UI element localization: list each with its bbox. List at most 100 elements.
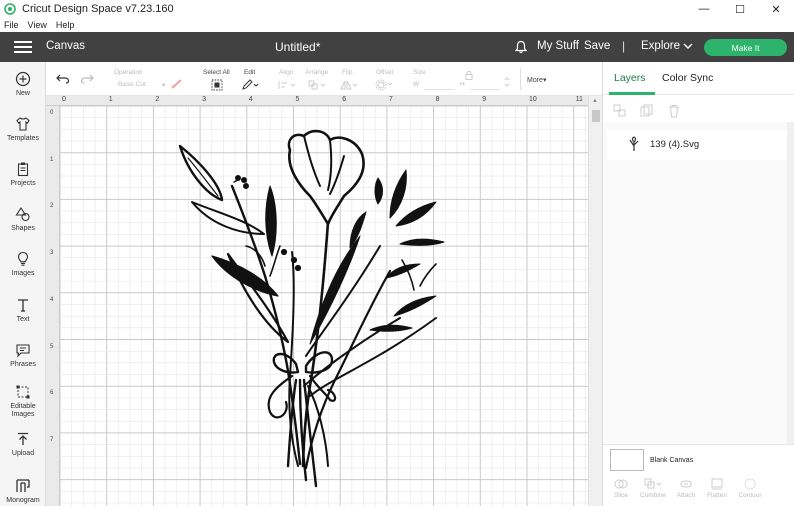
sidebar-label: Text: [16, 316, 30, 323]
left-sidebar: New Templates Projects Shapes Images Tex…: [0, 62, 46, 506]
redo-icon[interactable]: [80, 74, 94, 84]
ruler-tick-label: 2: [155, 96, 160, 103]
hamburger-menu-icon[interactable]: [14, 41, 32, 53]
upload-icon: [18, 432, 28, 445]
size-stepper-icon[interactable]: [504, 76, 510, 88]
sidebar-label: New: [15, 90, 30, 97]
save-button[interactable]: Save: [584, 40, 610, 52]
active-tab-indicator: [609, 92, 655, 95]
explore-menu[interactable]: Explore: [641, 40, 680, 52]
lock-icon[interactable]: [465, 70, 473, 80]
canvas-vertical-scrollbar[interactable]: ▲: [588, 96, 602, 506]
sidebar-label: Phrases: [10, 361, 36, 368]
contour-button[interactable]: Contour: [735, 478, 765, 499]
flip-icon[interactable]: [340, 80, 358, 90]
tab-color-sync[interactable]: Color Sync: [662, 72, 713, 84]
edit-label: Edit: [244, 69, 256, 76]
operation-dropdown-icon[interactable]: ▾: [162, 81, 165, 89]
ruler-tick-label: 1: [50, 156, 54, 163]
window-title: Cricut Design Space v7.23.160: [22, 3, 174, 15]
ruler-tick-label: 2: [50, 203, 54, 210]
menu-file[interactable]: File: [4, 20, 19, 30]
menu-help[interactable]: Help: [56, 20, 75, 30]
tab-layers[interactable]: Layers: [614, 72, 646, 84]
sidebar-item-monogram[interactable]: Monogram: [0, 478, 46, 505]
make-it-button[interactable]: Make It: [704, 39, 787, 56]
sidebar-item-images[interactable]: Images: [0, 251, 46, 278]
sidebar-item-editable-images[interactable]: Editable Images: [0, 384, 46, 419]
close-button[interactable]: ✕: [758, 0, 794, 18]
ruler-tick-label: 11: [575, 96, 583, 103]
plus-circle-icon: [15, 71, 31, 87]
pen-color-icon[interactable]: [171, 79, 183, 89]
height-input[interactable]: [470, 80, 500, 90]
bell-icon[interactable]: [514, 40, 528, 54]
ruler-tick-label: 3: [202, 96, 206, 103]
height-label: H: [460, 81, 465, 88]
group-icon[interactable]: [613, 104, 627, 118]
combine-icon: [644, 478, 662, 489]
menu-view[interactable]: View: [28, 20, 47, 30]
sidebar-label: Monogram: [6, 497, 40, 504]
app-header: Canvas Untitled* My Stuff Save | Explore…: [0, 32, 794, 62]
ruler-tick-label: 5: [50, 343, 54, 350]
more-menu[interactable]: More▾: [527, 76, 546, 84]
flatten-button[interactable]: Flatten: [702, 478, 732, 499]
floral-bouquet-image[interactable]: [60, 106, 588, 506]
combine-button[interactable]: Combine: [638, 478, 668, 499]
canvas-label: Canvas: [46, 40, 85, 52]
text-t-icon: [18, 299, 28, 312]
sidebar-item-shapes[interactable]: Shapes: [0, 206, 46, 233]
shirt-icon: [16, 117, 30, 131]
canvas-color-swatch[interactable]: [610, 449, 644, 471]
edit-toolbar: Operation Basic Cut ▾ Select All Edit Al…: [46, 62, 602, 96]
offset-icon[interactable]: [375, 79, 393, 91]
sidebar-item-new[interactable]: New: [0, 71, 46, 98]
sidebar-label: Shapes: [11, 225, 35, 232]
arrange-icon[interactable]: [308, 80, 326, 90]
document-title[interactable]: Untitled*: [275, 40, 320, 54]
design-canvas[interactable]: [60, 106, 588, 506]
sidebar-item-phrases[interactable]: Phrases: [0, 342, 46, 369]
select-all-label: Select All: [203, 69, 230, 76]
sidebar-item-templates[interactable]: Templates: [0, 116, 46, 143]
clipboard-icon: [17, 162, 29, 177]
attach-button[interactable]: Attach: [671, 478, 701, 499]
ruler-tick-label: 8: [435, 96, 440, 103]
width-input[interactable]: [424, 80, 454, 90]
arrange-label: Arrange: [305, 69, 329, 76]
blank-canvas-row[interactable]: Blank Canvas: [603, 444, 794, 474]
slice-label: Slice: [613, 492, 629, 499]
slice-button[interactable]: Slice: [606, 478, 636, 499]
my-stuff-link[interactable]: My Stuff: [537, 40, 579, 52]
ruler-tick-label: 0: [50, 110, 54, 116]
edit-pen-icon[interactable]: [241, 79, 259, 91]
sidebar-label: Templates: [7, 135, 39, 142]
maximize-button[interactable]: ☐: [722, 0, 758, 18]
sidebar-item-text[interactable]: Text: [0, 297, 46, 324]
operation-label: Operation: [114, 69, 143, 76]
chevron-down-icon[interactable]: [683, 42, 693, 50]
trash-icon[interactable]: [667, 104, 681, 118]
operation-select[interactable]: Basic Cut: [118, 81, 146, 88]
lightbulb-icon: [17, 251, 29, 266]
sidebar-item-upload[interactable]: Upload: [0, 431, 46, 458]
ruler-tick-label: 4: [248, 96, 253, 103]
duplicate-icon[interactable]: [640, 104, 654, 118]
scroll-up-arrow-icon[interactable]: ▲: [592, 98, 598, 104]
ruler-tick-label: 7: [50, 436, 54, 443]
layer-item[interactable]: 139 (4).Svg: [607, 130, 787, 160]
monogram-icon: [16, 479, 30, 492]
bouquet-thumbnail-icon: [629, 136, 639, 151]
flatten-icon: [711, 478, 723, 490]
sidebar-item-projects[interactable]: Projects: [0, 161, 46, 188]
minimize-button[interactable]: —: [686, 0, 722, 18]
select-all-icon[interactable]: [211, 79, 223, 91]
align-icon[interactable]: [278, 80, 296, 90]
scroll-thumb[interactable]: [592, 110, 600, 122]
layers-scrollbar[interactable]: [787, 122, 794, 446]
offset-label: Offset: [376, 69, 394, 76]
combine-label: Combine: [639, 492, 666, 499]
undo-icon[interactable]: [56, 74, 70, 84]
ruler-tick-label: 1: [108, 96, 113, 103]
